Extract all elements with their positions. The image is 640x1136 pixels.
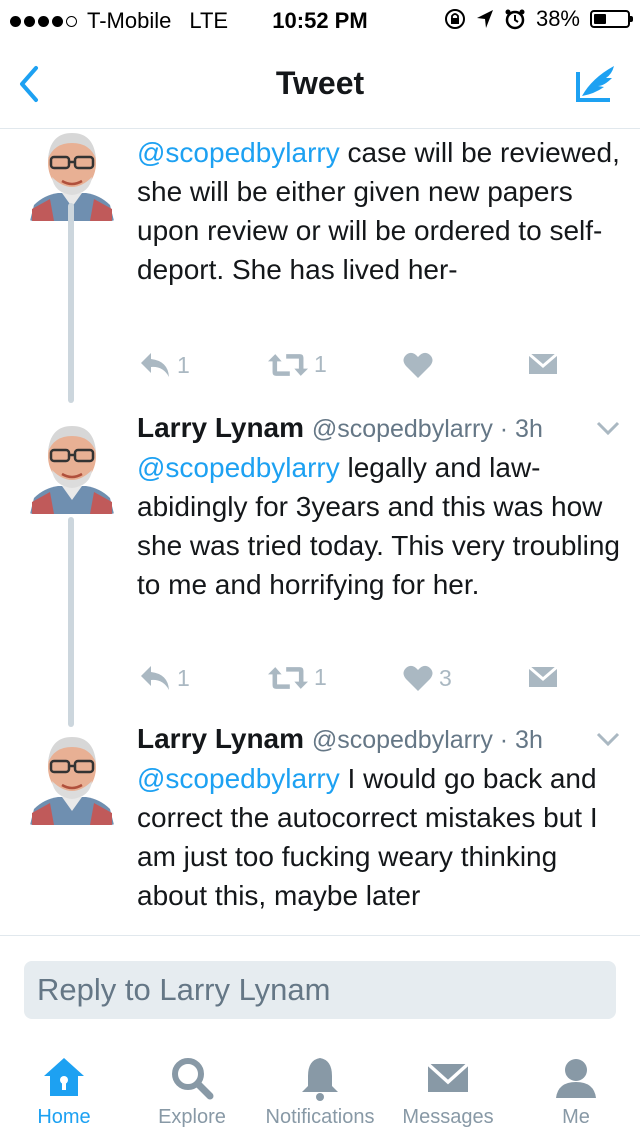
battery-percent: 38% (535, 6, 580, 31)
direct-message-button[interactable] (528, 351, 558, 377)
retweet-icon (268, 665, 308, 691)
avatar[interactable] (24, 418, 120, 514)
reply-count: 1 (177, 664, 190, 691)
person-icon (556, 1059, 596, 1098)
like-button[interactable]: 3 (403, 664, 452, 692)
tab-messages[interactable]: Messages (384, 1040, 512, 1136)
search-icon (172, 1058, 214, 1100)
tweet-text: @scopedbylarry legally and law-abidingly… (137, 452, 620, 600)
author-name[interactable]: Larry Lynam (137, 723, 304, 754)
direct-message-icon (528, 664, 558, 690)
thread-line (68, 517, 74, 727)
reply-icon (139, 351, 171, 379)
tweet-thread[interactable]: @scopedbylarry case will be reviewed, sh… (0, 129, 640, 935)
author-handle[interactable]: @scopedbylarry · 3h (312, 415, 543, 443)
author-name[interactable]: Larry Lynam (137, 412, 304, 443)
tweet-text: @scopedbylarry case will be reviewed, sh… (137, 137, 620, 285)
bell-icon (302, 1058, 338, 1101)
author-handle[interactable]: @scopedbylarry · 3h (312, 726, 543, 754)
reply-icon (139, 664, 171, 692)
battery-icon (590, 10, 633, 28)
tab-label: Messages (402, 1106, 494, 1128)
mention-link[interactable]: @scopedbylarry (137, 763, 340, 794)
tweet-item[interactable]: @scopedbylarry case will be reviewed, sh… (0, 129, 640, 403)
retweet-button[interactable]: 1 (268, 664, 327, 691)
like-count: 3 (439, 664, 452, 691)
tab-label: Explore (158, 1106, 226, 1128)
retweet-button[interactable]: 1 (268, 351, 327, 378)
direct-message-icon (528, 351, 558, 377)
tweet-actions: 1 1 3 (137, 664, 617, 696)
tab-label: Home (37, 1106, 91, 1128)
retweet-icon (268, 352, 308, 378)
tab-me[interactable]: Me (512, 1040, 640, 1136)
location-arrow-icon (476, 10, 493, 28)
tab-explore[interactable]: Explore (128, 1040, 256, 1136)
tweet-text: @scopedbylarry I would go back and corre… (137, 763, 598, 911)
mention-link[interactable]: @scopedbylarry (137, 137, 340, 168)
reply-button[interactable]: 1 (139, 351, 190, 379)
tab-home[interactable]: Home (0, 1040, 128, 1136)
reply-input[interactable]: Reply to Larry Lynam (24, 961, 616, 1019)
chevron-down-icon[interactable] (596, 731, 620, 747)
avatar[interactable] (24, 729, 120, 825)
compose-tweet-icon[interactable] (574, 60, 622, 108)
tweet-header: Larry Lynam @scopedbylarry · 3h (137, 412, 543, 444)
retweet-count: 1 (314, 351, 327, 377)
direct-message-button[interactable] (528, 664, 558, 690)
tab-label: Me (562, 1106, 590, 1128)
reply-composer: Reply to Larry Lynam (0, 935, 640, 1036)
rotation-lock-icon (444, 9, 465, 29)
reply-count: 1 (177, 351, 190, 378)
chevron-down-icon[interactable] (596, 420, 620, 436)
retweet-count: 1 (314, 664, 327, 690)
heart-icon (403, 664, 433, 692)
heart-icon (403, 351, 433, 379)
tweet-item[interactable]: Larry Lynam @scopedbylarry · 3h @scopedb… (0, 723, 640, 935)
alarm-icon (505, 9, 525, 30)
like-button[interactable] (403, 351, 439, 379)
envelope-icon (426, 1062, 470, 1092)
tab-bar: Home Explore Notifications Messages Me (0, 1040, 640, 1136)
home-icon (44, 1058, 84, 1096)
tweet-item[interactable]: Larry Lynam @scopedbylarry · 3h @scopedb… (0, 412, 640, 727)
thread-line (68, 203, 74, 403)
tab-label: Notifications (265, 1106, 375, 1128)
reply-button[interactable]: 1 (139, 664, 190, 692)
tab-notifications[interactable]: Notifications (256, 1040, 384, 1136)
mention-link[interactable]: @scopedbylarry (137, 452, 340, 483)
tweet-actions: 1 1 (137, 351, 617, 383)
navigation-bar: Tweet (0, 40, 640, 129)
status-bar: T-Mobile LTE 10:52 PM 38% (0, 0, 640, 40)
tweet-header: Larry Lynam @scopedbylarry · 3h (137, 723, 543, 755)
page-title: Tweet (275, 65, 365, 101)
